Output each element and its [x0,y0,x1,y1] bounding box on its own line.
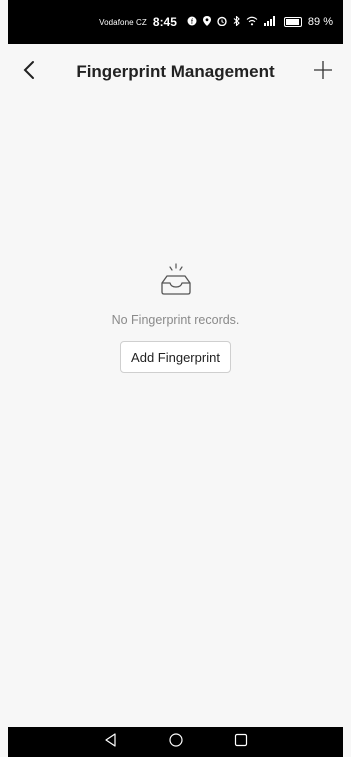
location-icon [202,15,211,29]
battery-icon [283,17,302,27]
battery-level: 89 % [307,16,333,28]
carrier-name: Vodafone CZ [99,17,147,27]
facebook-icon: f [187,16,197,29]
chevron-left-icon[interactable] [18,58,42,82]
page-title: Fingerprint Management [76,62,275,81]
status-bar: Vodafone CZ 8:45 f 89 % [8,0,343,44]
navigation-bar [8,727,343,757]
alarm-icon [217,16,227,29]
page-header: Fingerprint Management [8,44,343,100]
status-time: 8:45 [152,15,177,29]
recents-square-icon[interactable] [233,732,249,753]
signal-icon [263,15,276,29]
wifi-icon [246,16,258,29]
add-fingerprint-button[interactable]: Add Fingerprint [120,341,231,373]
app-screen: Vodafone CZ 8:45 f 89 % Fingerprint Mana… [0,0,351,757]
home-circle-icon[interactable] [168,732,184,753]
back-triangle-icon[interactable] [103,732,119,753]
empty-state: No Fingerprint records. Add Fingerprint [8,255,343,373]
empty-message: No Fingerprint records. [111,313,240,327]
bluetooth-icon [233,14,240,29]
svg-text:f: f [191,19,193,26]
empty-tray-icon [154,255,198,299]
plus-icon[interactable] [311,58,335,82]
